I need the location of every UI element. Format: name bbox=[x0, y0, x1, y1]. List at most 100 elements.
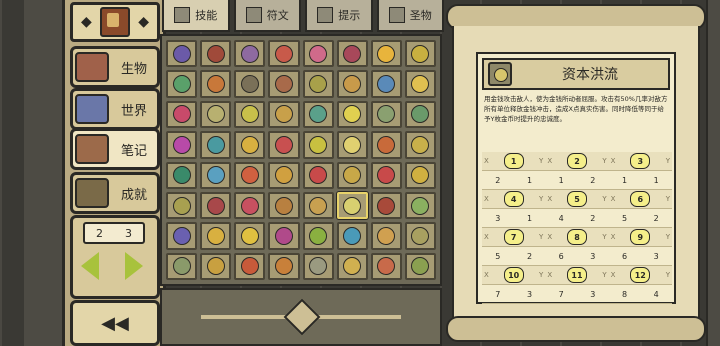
skill-slot[interactable] bbox=[404, 100, 436, 129]
sidebar-item-0[interactable]: 生物 bbox=[70, 46, 160, 88]
back-button[interactable]: ◀◀ bbox=[70, 300, 160, 346]
skill-slot[interactable] bbox=[336, 222, 368, 250]
tab-2[interactable]: 提示 bbox=[305, 0, 373, 32]
skill-slot[interactable] bbox=[166, 222, 198, 250]
skill-slot[interactable] bbox=[302, 100, 334, 129]
skill-slot[interactable] bbox=[404, 222, 436, 250]
skill-slot[interactable] bbox=[200, 100, 232, 129]
page-indicator: 2 3 bbox=[83, 222, 145, 244]
skill-slot[interactable] bbox=[404, 252, 436, 280]
skill-icon bbox=[377, 44, 396, 63]
skill-slot[interactable] bbox=[302, 70, 334, 98]
skill-slot[interactable] bbox=[268, 252, 300, 280]
level-y-value: 3 bbox=[653, 251, 659, 261]
skill-slot[interactable] bbox=[234, 40, 266, 68]
skill-slot[interactable] bbox=[336, 40, 368, 68]
skill-slot[interactable] bbox=[268, 100, 300, 129]
skill-slot[interactable] bbox=[200, 40, 232, 68]
skill-slot[interactable] bbox=[166, 100, 198, 129]
skill-slot[interactable] bbox=[166, 70, 198, 98]
skill-slot[interactable] bbox=[268, 161, 300, 189]
skill-slot[interactable] bbox=[302, 252, 334, 280]
skill-slot[interactable] bbox=[166, 252, 198, 280]
skill-slot[interactable] bbox=[268, 131, 300, 159]
level-header-row: X1YX2YX3Y bbox=[482, 152, 672, 171]
skill-slot[interactable] bbox=[166, 40, 198, 68]
tab-label: 技能 bbox=[195, 9, 218, 22]
skill-slot[interactable] bbox=[200, 131, 232, 159]
skill-slot[interactable] bbox=[370, 100, 402, 129]
sidebar-item-label: 世界 bbox=[121, 103, 148, 119]
sidebar-item-2[interactable]: 笔记 bbox=[70, 128, 160, 170]
skill-slot[interactable] bbox=[200, 222, 232, 250]
skill-slot[interactable] bbox=[370, 252, 402, 280]
skill-slot[interactable] bbox=[200, 70, 232, 98]
tab-icon bbox=[174, 7, 191, 23]
tab-0[interactable]: 技能 bbox=[162, 0, 230, 32]
skill-slot[interactable] bbox=[404, 40, 436, 68]
y-label: Y bbox=[539, 195, 544, 203]
skill-slot[interactable] bbox=[234, 131, 266, 159]
skill-slot[interactable] bbox=[302, 40, 334, 68]
skill-slot[interactable] bbox=[370, 131, 402, 159]
skill-slot[interactable] bbox=[336, 70, 368, 98]
skill-slot[interactable] bbox=[200, 191, 232, 220]
skill-slot[interactable] bbox=[234, 222, 266, 250]
skill-slot[interactable] bbox=[166, 131, 198, 159]
skill-slot[interactable] bbox=[404, 161, 436, 189]
skill-icon bbox=[377, 135, 396, 154]
next-page-arrow-icon[interactable] bbox=[125, 252, 143, 280]
scroll-bottom-roll bbox=[446, 316, 706, 342]
skill-slot[interactable] bbox=[302, 161, 334, 189]
skill-slot[interactable] bbox=[302, 222, 334, 250]
skill-slot[interactable] bbox=[166, 191, 198, 220]
skill-icon bbox=[343, 44, 362, 63]
tab-icon bbox=[317, 7, 334, 23]
skill-slot[interactable] bbox=[302, 131, 334, 159]
skill-slot[interactable] bbox=[336, 191, 368, 220]
level-badge: 3 bbox=[630, 153, 651, 169]
skill-slot[interactable] bbox=[166, 161, 198, 189]
right-frame bbox=[706, 0, 720, 346]
skill-header: 资本洪流 bbox=[482, 58, 670, 90]
sidebar-item-1[interactable]: 世界 bbox=[70, 88, 160, 130]
skill-slot[interactable] bbox=[302, 191, 334, 220]
skill-slot[interactable] bbox=[404, 70, 436, 98]
y-label: Y bbox=[665, 271, 670, 279]
tab-1[interactable]: 符文 bbox=[233, 0, 301, 32]
sidebar-item-3[interactable]: 成就 bbox=[70, 172, 160, 214]
skill-icon bbox=[411, 135, 430, 154]
skill-slot[interactable] bbox=[370, 70, 402, 98]
skill-slot[interactable] bbox=[370, 222, 402, 250]
skill-slot[interactable] bbox=[370, 40, 402, 68]
skill-slot[interactable] bbox=[336, 161, 368, 189]
skill-slot[interactable] bbox=[336, 100, 368, 129]
skill-slot[interactable] bbox=[234, 161, 266, 189]
skill-slot[interactable] bbox=[336, 252, 368, 280]
skill-slot[interactable] bbox=[268, 191, 300, 220]
skill-slot[interactable] bbox=[268, 222, 300, 250]
level-x-value: 1 bbox=[558, 175, 564, 185]
level-cell: X 9 Y bbox=[609, 228, 672, 246]
skill-slot[interactable] bbox=[268, 70, 300, 98]
skill-slot[interactable] bbox=[234, 252, 266, 280]
skill-slot[interactable] bbox=[268, 40, 300, 68]
skill-slot[interactable] bbox=[370, 161, 402, 189]
journal-book-button[interactable]: ◆ ◆ bbox=[70, 2, 160, 42]
skill-icon bbox=[172, 257, 191, 276]
skill-slot[interactable] bbox=[370, 191, 402, 220]
tab-3[interactable]: 圣物 bbox=[376, 0, 444, 32]
skill-slot[interactable] bbox=[404, 191, 436, 220]
sidebar-item-label: 生物 bbox=[121, 61, 148, 77]
skill-slot[interactable] bbox=[200, 161, 232, 189]
skill-slot[interactable] bbox=[336, 131, 368, 159]
skill-slot[interactable] bbox=[404, 131, 436, 159]
skill-slot[interactable] bbox=[234, 70, 266, 98]
skill-icon bbox=[343, 166, 362, 185]
skill-slot[interactable] bbox=[234, 100, 266, 129]
skill-icon bbox=[274, 75, 293, 94]
prev-page-arrow-icon[interactable] bbox=[81, 252, 99, 280]
skill-slot[interactable] bbox=[234, 191, 266, 220]
level-y-value: 1 bbox=[526, 213, 533, 223]
skill-slot[interactable] bbox=[200, 252, 232, 280]
